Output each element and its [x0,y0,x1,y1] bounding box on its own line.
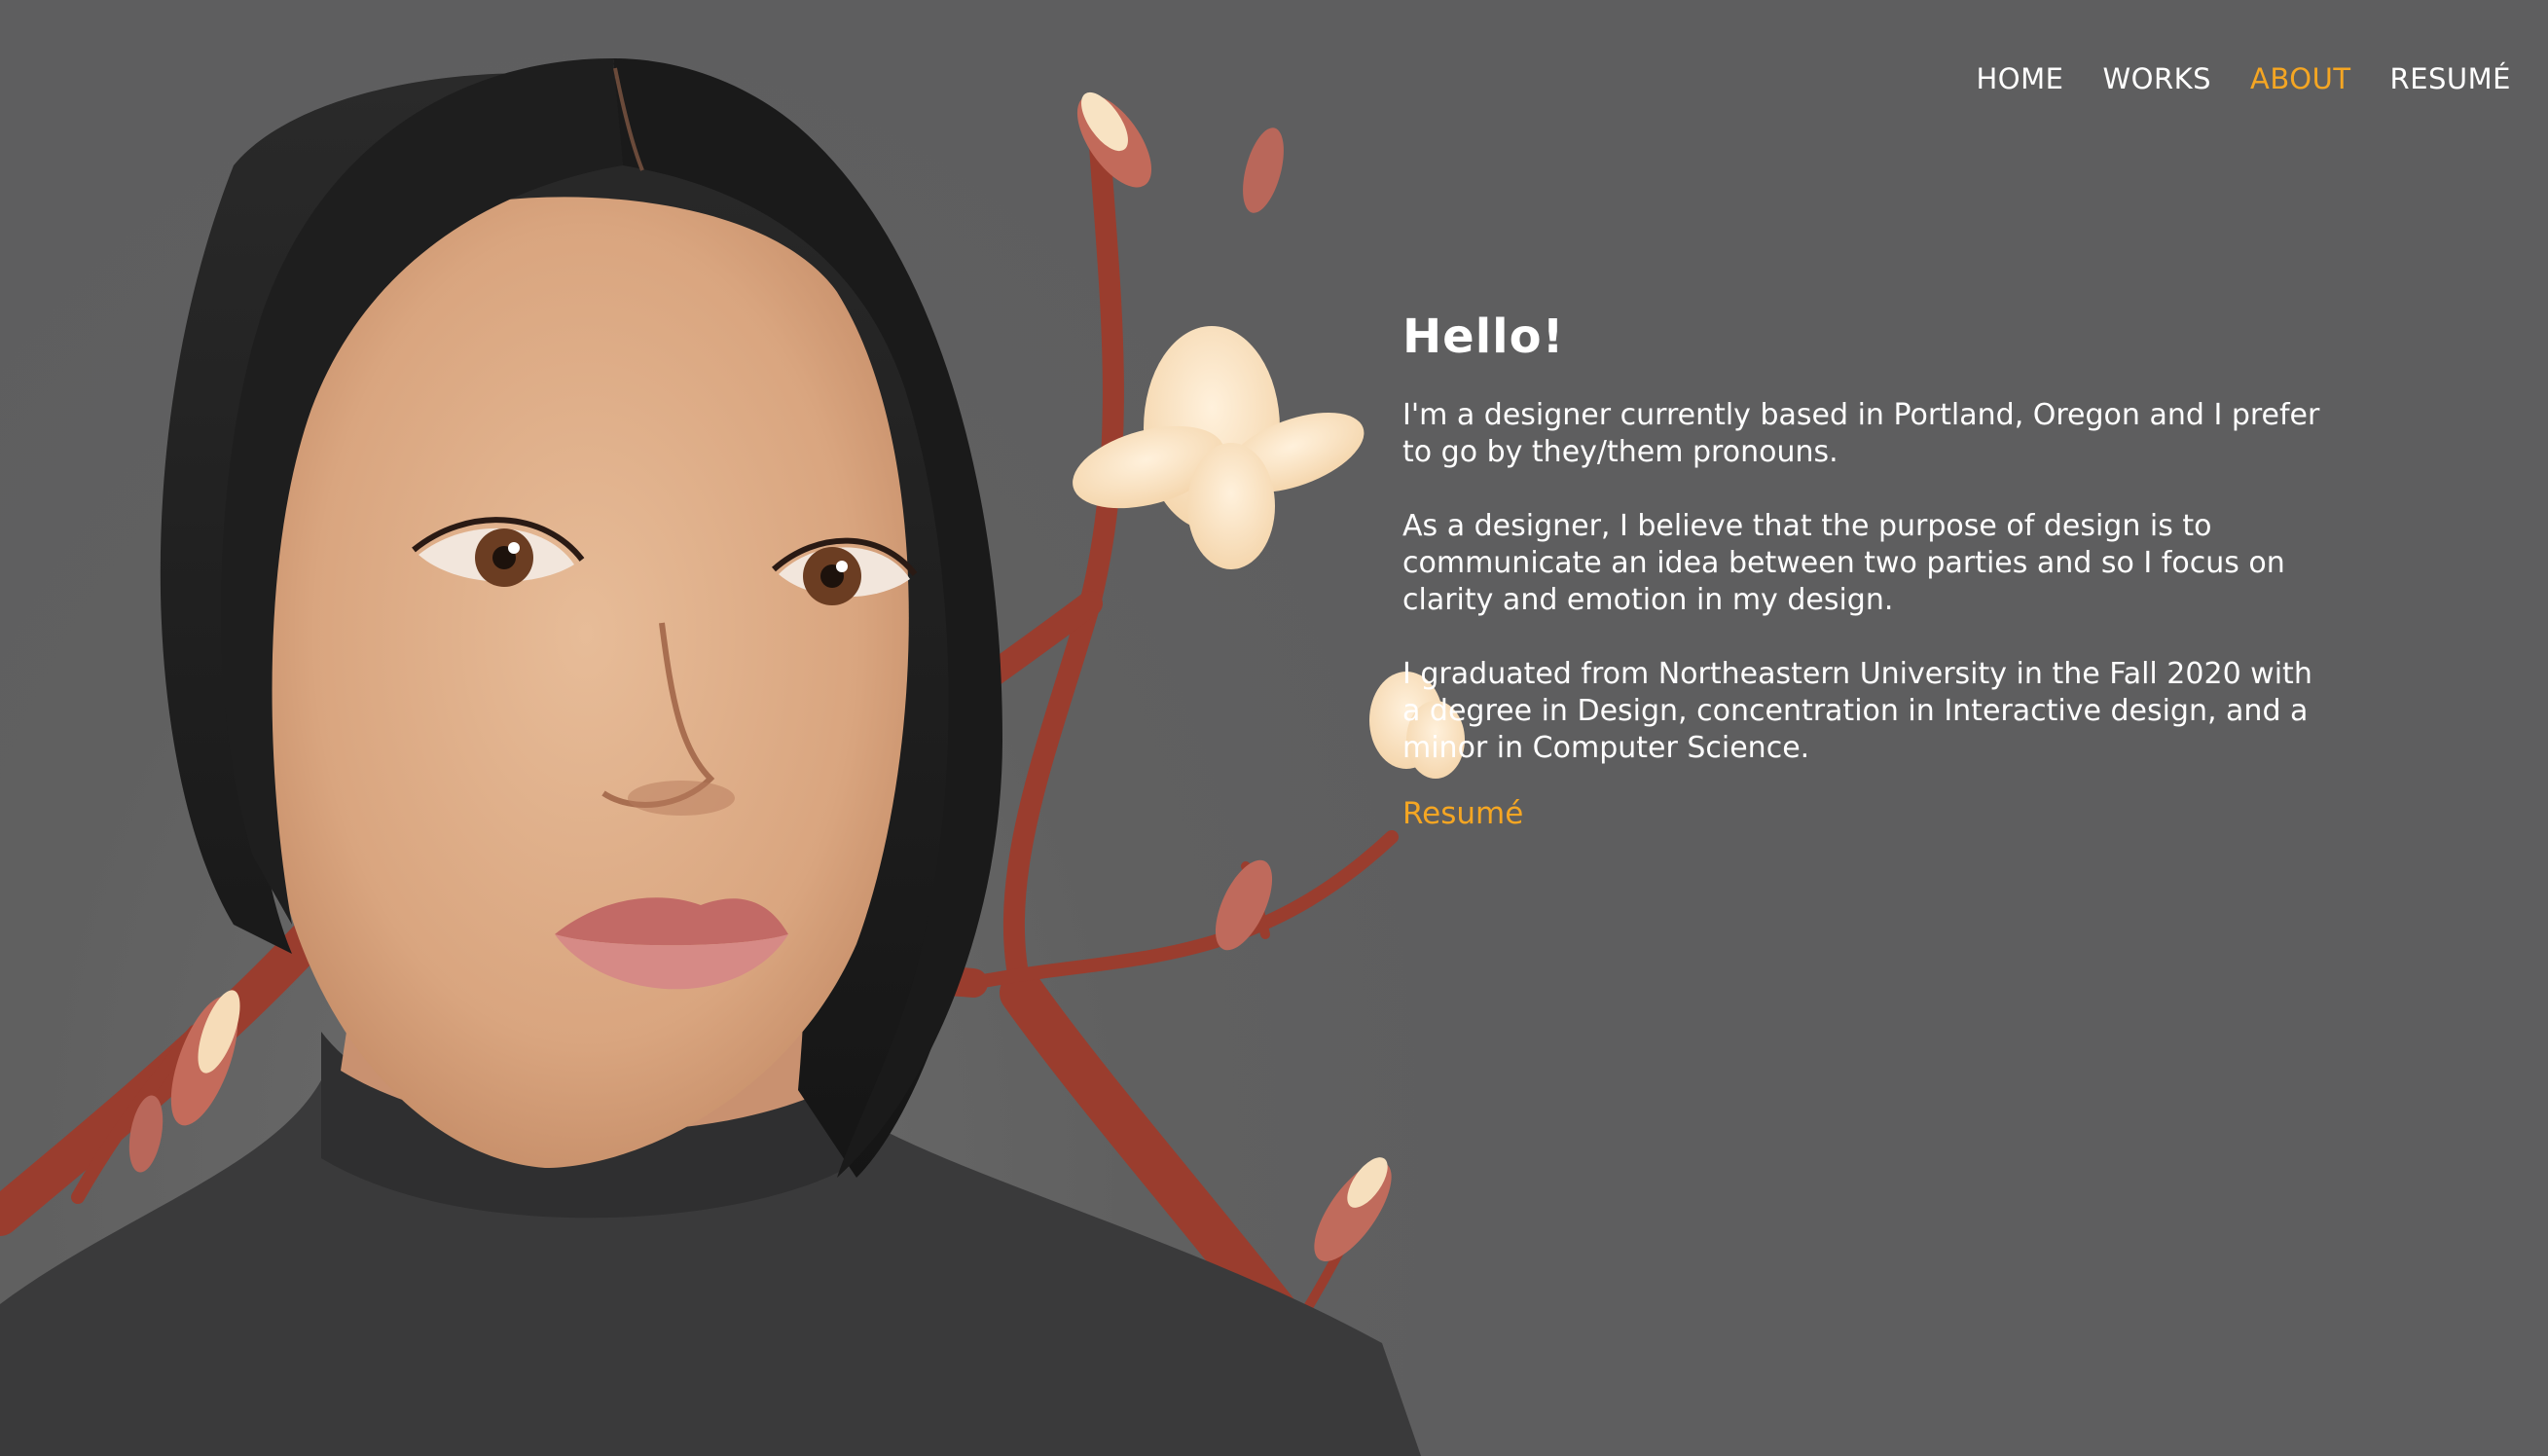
about-paragraph-education: I graduated from Northeastern University… [1402,657,2312,765]
nav-about[interactable]: ABOUT [2250,62,2351,95]
resume-link[interactable]: Resumé [1402,796,1523,831]
nav-works[interactable]: WORKS [2102,62,2211,95]
about-paragraph-location: I'm a designer currently based in Portla… [1402,398,2320,469]
about-paragraph-philosophy: As a designer, I believe that the purpos… [1402,509,2285,617]
nav-home[interactable]: HOME [1976,62,2063,95]
nav-resume[interactable]: RESUMÉ [2390,62,2511,95]
about-section: Hello! I'm a designer currently based in… [1402,309,2327,831]
main-nav: HOME WORKS ABOUT RESUMÉ [1976,62,2511,95]
portrait-illustration [0,58,1465,1456]
about-heading: Hello! [1402,309,1565,364]
